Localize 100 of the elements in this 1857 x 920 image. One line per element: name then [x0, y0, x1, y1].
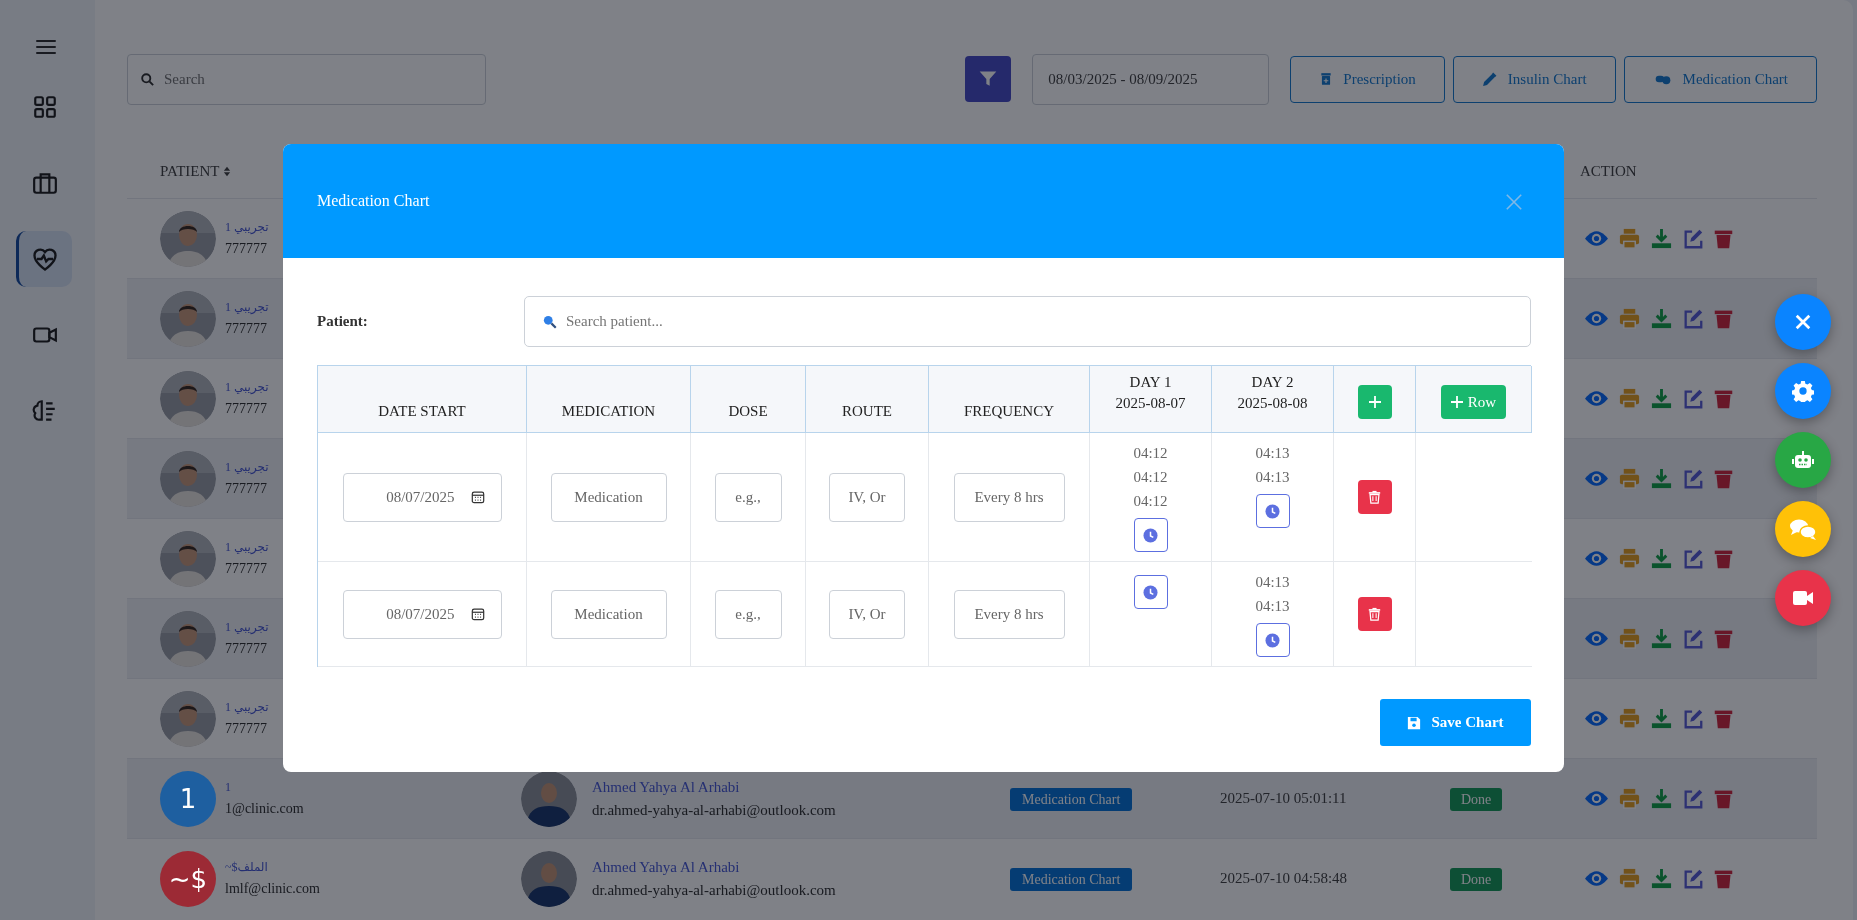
edit-icon[interactable] [1682, 867, 1704, 890]
edit-icon[interactable] [1682, 627, 1704, 650]
print-icon[interactable] [1618, 227, 1641, 250]
trash-icon [1368, 490, 1381, 504]
toolbar-button[interactable]: Prescription [1290, 55, 1445, 103]
save-icon [1407, 715, 1422, 730]
medication-input[interactable]: Medication [550, 472, 667, 522]
download-icon[interactable] [1650, 627, 1673, 650]
patient-name[interactable]: تجريبي 1 [225, 700, 269, 715]
frequency-input[interactable]: Every 8 hrs [953, 472, 1065, 522]
patient-contact: lmlf@clinic.com [225, 881, 320, 897]
column-header: ROUTE [806, 366, 929, 433]
time-entry: 04:13 [1255, 468, 1290, 487]
date-input[interactable]: 08/07/2025 [342, 472, 502, 522]
edit-icon[interactable] [1682, 467, 1704, 490]
date-range-field[interactable]: 08/03/2025 - 08/09/2025 [1032, 53, 1270, 105]
print-icon[interactable] [1618, 627, 1641, 650]
print-icon[interactable] [1618, 387, 1641, 410]
download-icon[interactable] [1650, 467, 1673, 490]
patient-contact: 777777 [225, 321, 268, 337]
clock-icon [1143, 584, 1158, 600]
filter-button[interactable] [965, 56, 1012, 102]
chart-type-badge: Medication Chart [1010, 867, 1133, 891]
prescription-icon [1319, 71, 1334, 87]
date-input[interactable]: 08/07/2025 [342, 589, 502, 639]
patient-name[interactable]: تجريبي 1 [225, 300, 269, 315]
print-icon[interactable] [1618, 307, 1641, 330]
search-icon [140, 71, 155, 87]
patient-search-field[interactable]: Search patient... [524, 296, 1531, 347]
patient-name[interactable]: تجريبي 1 [225, 380, 269, 395]
plus-icon [1450, 396, 1463, 408]
chat-icon [1789, 517, 1817, 541]
medication-input[interactable]: Medication [550, 589, 667, 639]
doctor-name[interactable]: Ahmed Yahya Al Arhabi [592, 778, 836, 796]
plus-icon [1368, 396, 1381, 408]
toolbar-button[interactable]: Medication Chart [1623, 55, 1817, 103]
time-entry: 04:12 [1133, 468, 1168, 487]
delete-row-button[interactable] [1357, 480, 1392, 514]
add-time-button[interactable] [1133, 575, 1168, 609]
patient-name[interactable]: تجريبي 1 [225, 620, 269, 635]
download-icon[interactable] [1650, 547, 1673, 570]
doctor-name[interactable]: Ahmed Yahya Al Arhabi [592, 858, 836, 876]
calendar-icon[interactable] [470, 607, 485, 621]
doctor-email: dr.ahmed-yahya-al-arhabi@outlook.com [592, 881, 836, 899]
patient-name[interactable]: تجريبي 1 [225, 220, 269, 235]
add-column-button[interactable] [1357, 385, 1392, 419]
print-icon[interactable] [1618, 787, 1641, 810]
print-icon[interactable] [1618, 707, 1641, 730]
download-icon[interactable] [1650, 387, 1673, 410]
sort-icon[interactable] [223, 166, 232, 177]
edit-icon[interactable] [1682, 307, 1704, 330]
save-button[interactable]: Save Chart [1380, 699, 1531, 746]
patient-contact: 777777 [225, 641, 268, 657]
print-icon[interactable] [1618, 467, 1641, 490]
edit-icon[interactable] [1682, 387, 1704, 410]
download-icon[interactable] [1650, 867, 1673, 890]
print-icon[interactable] [1618, 547, 1641, 570]
dose-input[interactable]: e.g., [714, 589, 782, 639]
column-header: DOSE [691, 366, 806, 433]
calendar-icon[interactable] [470, 490, 485, 504]
column-header[interactable]: PATIENT [160, 163, 220, 180]
date-time: 2025-07-10 04:58:48 [1220, 870, 1348, 886]
patient-contact: 777777 [225, 721, 268, 737]
sidebar-item[interactable] [15, 231, 72, 287]
edit-icon[interactable] [1682, 787, 1704, 810]
delete-row-button[interactable] [1357, 597, 1392, 631]
dialog-title: Medication Chart [317, 192, 430, 210]
toolbar-button[interactable]: Insulin Chart [1452, 55, 1616, 103]
avatar: ~$ [160, 850, 216, 907]
status-badge: Done [1450, 787, 1503, 811]
download-icon[interactable] [1650, 307, 1673, 330]
patient-name[interactable]: تجريبي 1 [225, 540, 269, 555]
frequency-input[interactable]: Every 8 hrs [953, 589, 1065, 639]
add-time-button[interactable] [1255, 494, 1290, 528]
patient-name[interactable]: 1 [225, 780, 304, 795]
edit-icon[interactable] [1682, 227, 1704, 250]
edit-icon[interactable] [1682, 707, 1704, 730]
clock-icon [1265, 632, 1280, 648]
download-icon[interactable] [1650, 787, 1673, 810]
time-entry: 04:12 [1133, 444, 1168, 463]
patient-name[interactable]: تجريبي 1 [225, 460, 269, 475]
add-row-button[interactable]: Row [1440, 385, 1507, 419]
column-header: DATE START [318, 366, 527, 433]
add-time-button[interactable] [1255, 623, 1290, 657]
close-icon [1794, 313, 1812, 331]
download-icon[interactable] [1650, 707, 1673, 730]
route-input[interactable]: IV, Or [829, 472, 905, 522]
day-date: 2025-08-08 [1237, 395, 1308, 412]
add-time-button[interactable] [1133, 518, 1168, 552]
print-icon[interactable] [1618, 867, 1641, 890]
patient-contact: 777777 [225, 481, 268, 497]
trash-icon [1368, 607, 1381, 621]
briefcase-icon [32, 170, 58, 196]
route-input[interactable]: IV, Or [829, 589, 905, 639]
edit-icon[interactable] [1682, 547, 1704, 570]
dose-input[interactable]: e.g., [714, 472, 782, 522]
patient-name[interactable]: ~$الملف [225, 860, 320, 875]
column-header: FREQUENCY [929, 366, 1090, 433]
search-field[interactable]: Search [127, 53, 486, 105]
download-icon[interactable] [1650, 227, 1673, 250]
